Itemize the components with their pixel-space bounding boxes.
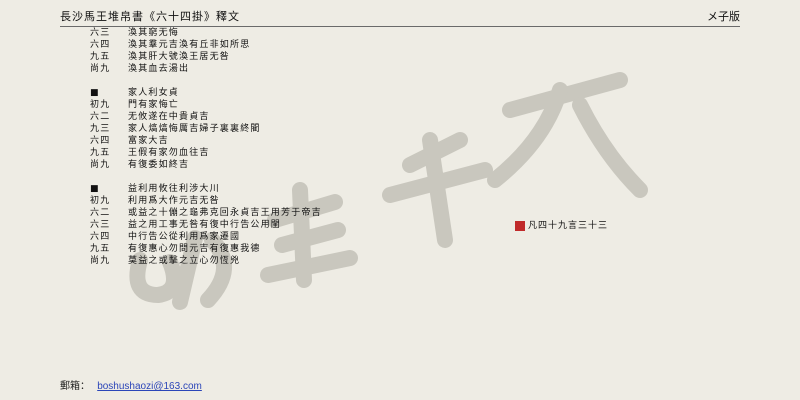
page-number-row: 凡四十九言三十三 bbox=[515, 221, 608, 231]
line-label: 六四 bbox=[90, 136, 111, 146]
text-line: 九五 有復惠心勿問元吉有復惠我德 bbox=[90, 243, 322, 255]
line-label: 九五 bbox=[90, 148, 111, 158]
footer: 郵箱： boshushaozi@163.com bbox=[60, 377, 202, 392]
line-label: 六四 bbox=[90, 232, 111, 242]
line-label: 初九 bbox=[90, 196, 111, 206]
line-label: 初九 bbox=[90, 100, 111, 110]
text-line: 九五 渙其肝大號渙王居无咎 bbox=[90, 51, 322, 63]
document-title: 長沙馬王堆帛書《六十四掛》釋文 bbox=[60, 10, 240, 23]
section-huan: 六三 渙其窮无悔 六四 渙其羣元吉渙有丘非如所思 九五 渙其肝大號渙王居无咎 尚九 渙其… bbox=[90, 27, 322, 75]
text-line: 六三 渙其窮无悔 bbox=[90, 27, 322, 39]
text-line: 六四 中行告公從利用爲家遷國 bbox=[90, 231, 322, 243]
line-label: 九三 bbox=[90, 124, 111, 134]
line-text: 无攸遂在中貴貞吉 bbox=[128, 112, 210, 122]
section-jiaren: ■ 家人利女貞 初九 門有家悔亡 六二 无攸遂在中貴貞吉 九三 家人熇熇悔厲吉婦子裏裏終… bbox=[90, 87, 322, 171]
line-text: 渙其肝大號渙王居无咎 bbox=[128, 52, 231, 62]
line-text: 中行告公從利用爲家遷國 bbox=[128, 232, 241, 242]
text-line: 初九 門有家悔亡 bbox=[90, 99, 322, 111]
line-text: 門有家悔亡 bbox=[128, 100, 180, 110]
text-line: 六四 渙其羣元吉渙有丘非如所思 bbox=[90, 39, 322, 51]
text-line: 尚九 莫益之或擊之立心勿恆兇 bbox=[90, 255, 322, 267]
line-label: 尚九 bbox=[90, 256, 111, 266]
line-label: ■ bbox=[90, 88, 100, 98]
line-label: 九五 bbox=[90, 52, 111, 62]
text-line: 九五 王假有家勿血往吉 bbox=[90, 147, 322, 159]
text-line: 六四 富家大吉 bbox=[90, 135, 322, 147]
line-label: 六四 bbox=[90, 40, 111, 50]
email-label: 郵箱： bbox=[60, 381, 90, 392]
line-text: 王假有家勿血往吉 bbox=[128, 148, 210, 158]
line-text: 利用爲大作元吉无咎 bbox=[128, 196, 220, 206]
section-yi: ■ 益利用攸往利涉大川 初九 利用爲大作元吉无咎 六二 或益之十傰之龜弗克回永貞吉王用… bbox=[90, 183, 322, 267]
text-line: 九三 家人熇熇悔厲吉婦子裏裏終閵 bbox=[90, 123, 322, 135]
header-bar: 長沙馬王堆帛書《六十四掛》釋文 メ子版 bbox=[60, 8, 740, 27]
line-label: 六二 bbox=[90, 112, 111, 122]
text-line: 尚九 有復委如終吉 bbox=[90, 159, 322, 171]
line-text: 或益之十傰之龜弗克回永貞吉王用芳于帝吉 bbox=[128, 208, 322, 218]
text-line: 初九 利用爲大作元吉无咎 bbox=[90, 195, 322, 207]
text-line: ■ 家人利女貞 bbox=[90, 87, 322, 99]
line-label: ■ bbox=[90, 184, 100, 194]
text-line: 六二 或益之十傰之龜弗克回永貞吉王用芳于帝吉 bbox=[90, 207, 322, 219]
text-line: 六二 无攸遂在中貴貞吉 bbox=[90, 111, 322, 123]
line-text: 家人利女貞 bbox=[128, 88, 180, 98]
line-text: 有復委如終吉 bbox=[128, 160, 190, 170]
line-text: 益之用工事无咎有復中行告公用閨 bbox=[128, 220, 282, 230]
line-text: 渙其羣元吉渙有丘非如所思 bbox=[128, 40, 251, 50]
line-text: 渙其血去湯出 bbox=[128, 64, 190, 74]
line-label: 九五 bbox=[90, 244, 111, 254]
text-line: ■ 益利用攸往利涉大川 bbox=[90, 183, 322, 195]
line-label: 六二 bbox=[90, 208, 111, 218]
line-text: 家人熇熇悔厲吉婦子裏裏終閵 bbox=[128, 124, 261, 134]
line-label: 六三 bbox=[90, 28, 111, 38]
line-text: 莫益之或擊之立心勿恆兇 bbox=[128, 256, 241, 266]
page-number: 凡四十九言三十三 bbox=[528, 221, 609, 231]
text-body: 六三 渙其窮无悔 六四 渙其羣元吉渙有丘非如所思 九五 渙其肝大號渙王居无咎 尚九 渙其… bbox=[90, 27, 322, 279]
red-seal-stamp bbox=[515, 221, 525, 231]
line-text: 富家大吉 bbox=[128, 136, 169, 146]
line-text: 渙其窮无悔 bbox=[128, 28, 180, 38]
line-text: 益利用攸往利涉大川 bbox=[128, 184, 220, 194]
line-label: 六三 bbox=[90, 220, 111, 230]
text-line: 尚九 渙其血去湯出 bbox=[90, 63, 322, 75]
text-line: 六三 益之用工事无咎有復中行告公用閨 bbox=[90, 219, 322, 231]
email-link[interactable]: boshushaozi@163.com bbox=[97, 381, 202, 392]
edition-label: メ子版 bbox=[707, 10, 740, 23]
line-label: 尚九 bbox=[90, 64, 111, 74]
line-label: 尚九 bbox=[90, 160, 111, 170]
line-text: 有復惠心勿問元吉有復惠我德 bbox=[128, 244, 261, 254]
